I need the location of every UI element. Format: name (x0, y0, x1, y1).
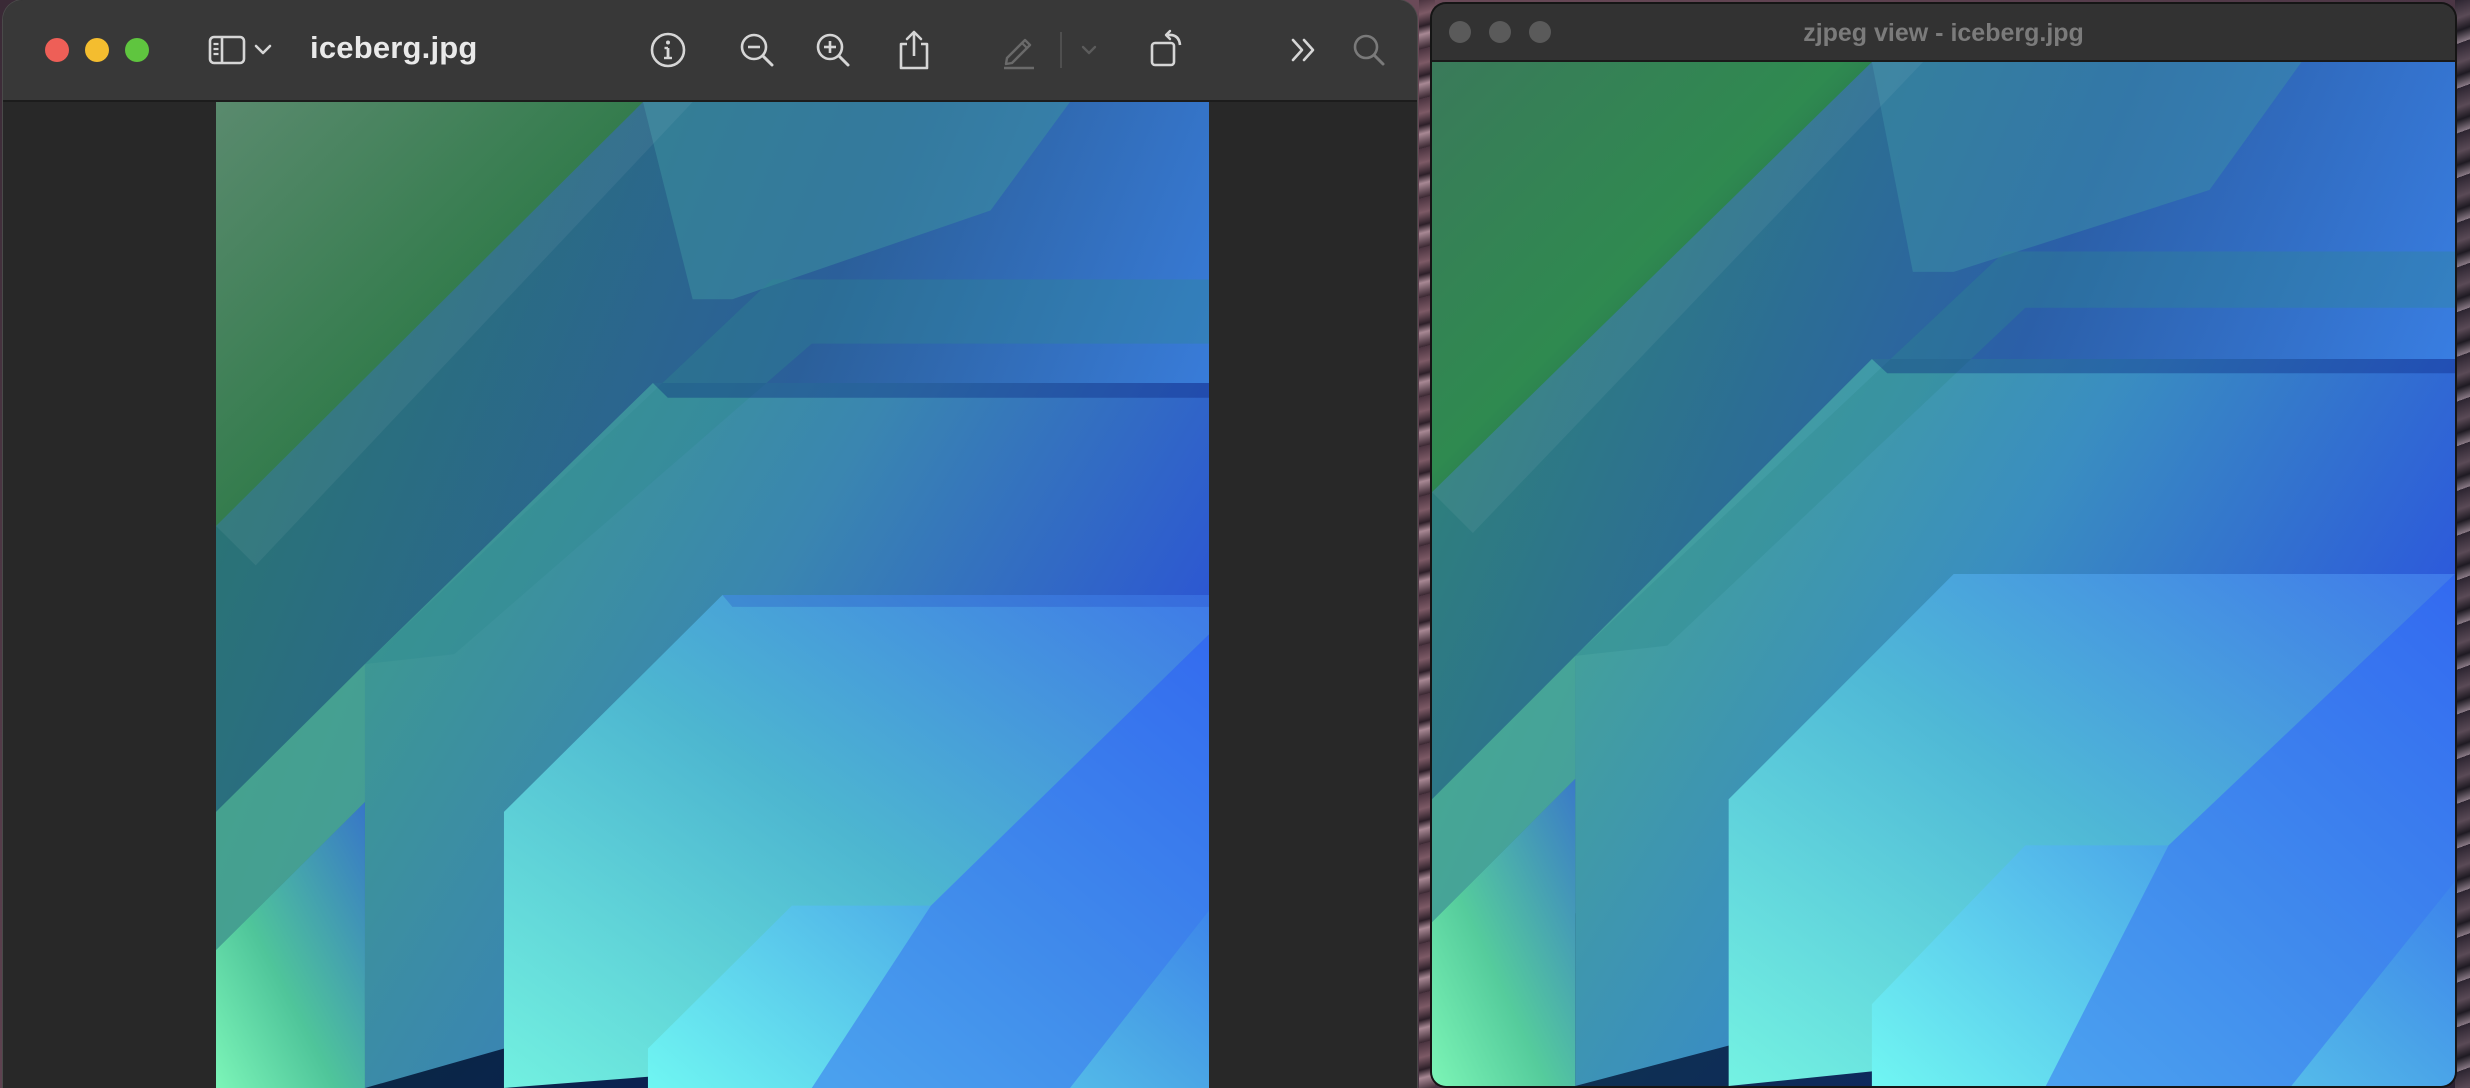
zjpeg-window: zjpeg view - iceberg.jpg (1432, 4, 2455, 1086)
chevron-down-icon[interactable] (248, 25, 278, 75)
markup-pen-icon[interactable] (994, 25, 1044, 75)
search-icon[interactable] (1344, 25, 1394, 75)
iceberg-image (216, 102, 1209, 1088)
overflow-chevrons-icon[interactable] (1279, 25, 1329, 75)
window-title: zjpeg view - iceberg.jpg (1803, 19, 2084, 47)
toolbar-divider (1060, 32, 1062, 68)
share-icon[interactable] (889, 25, 939, 75)
info-icon[interactable] (643, 25, 693, 75)
maximize-button[interactable] (125, 38, 149, 62)
rotate-icon[interactable] (1142, 25, 1192, 75)
window-title: iceberg.jpg (310, 30, 478, 65)
minimize-button[interactable] (85, 38, 109, 62)
zoom-in-icon[interactable] (808, 25, 858, 75)
desktop-wallpaper-right (2455, 0, 2470, 1088)
markup-chevron-down-icon[interactable] (1074, 25, 1104, 75)
close-button[interactable] (45, 38, 69, 62)
iceberg-image (1432, 62, 2455, 1086)
zjpeg-titlebar[interactable]: zjpeg view - iceberg.jpg (1432, 4, 2455, 62)
sidebar-icon[interactable] (202, 25, 252, 75)
preview-window: iceberg.jpg (3, 0, 1417, 1088)
image-canvas (3, 102, 1417, 1088)
zoom-out-icon[interactable] (732, 25, 782, 75)
preview-toolbar: iceberg.jpg (3, 0, 1417, 102)
